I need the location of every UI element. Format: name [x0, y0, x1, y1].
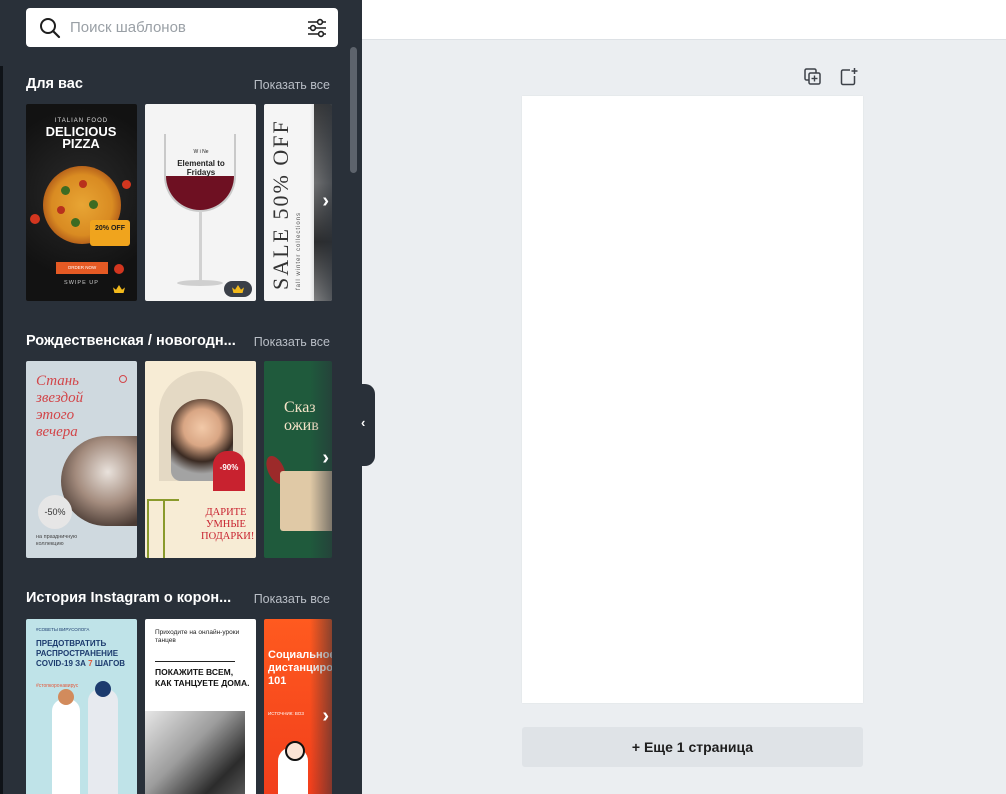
section-christmas: Рождественская / новогодн... Показать вс… [26, 332, 332, 558]
card-footer: на праздничную коллекцию [36, 534, 78, 547]
discount-tag: -90% [213, 451, 245, 491]
search-bar [26, 8, 338, 47]
card-title: ДАРИТЕ УМНЫЕ ПОДАРКИ! [201, 507, 255, 542]
woman-photo [61, 436, 137, 526]
chevron-right-icon: › [322, 190, 329, 212]
card-title: DELICIOUS PIZZA [45, 124, 117, 151]
premium-crown-icon [105, 281, 133, 297]
template-card-wine[interactable]: W i Ne Elemental to Fridays [145, 104, 256, 301]
show-all-link[interactable]: Показать все [254, 335, 330, 349]
template-card-dance[interactable]: Приходите на онлайн-уроки танцев ПОКАЖИТ… [145, 619, 256, 794]
section-title: История Instagram о корон... [26, 590, 232, 606]
panel-edge [0, 66, 3, 794]
template-row: ITALIAN FOOD DELICIOUS PIZZA 20% OFF ORD… [26, 104, 332, 301]
scroll-next-button[interactable]: › [310, 104, 332, 301]
order-now-label: ORDER NOW [56, 262, 108, 274]
card-kicker: #СОВЕТЫ ВИРУСОЛОГА [36, 627, 90, 632]
discount-badge: 20% OFF [90, 220, 130, 246]
add-page-button[interactable]: + Еще 1 страница [522, 727, 863, 767]
card-title: SALE 50% OFF [268, 119, 293, 290]
template-card-covid[interactable]: #СОВЕТЫ ВИРУСОЛОГА ПРЕДОТВРАТИТЬ РАСПРОС… [26, 619, 137, 794]
chevron-left-icon: ‹ [361, 415, 366, 430]
section-for-you: Для вас Показать все ITALIAN FOOD DELICI… [26, 75, 332, 301]
chevron-right-icon: › [322, 447, 329, 469]
templates-panel: Для вас Показать все ITALIAN FOOD DELICI… [0, 0, 362, 794]
chevron-right-icon: › [322, 705, 329, 727]
design-page[interactable] [522, 96, 863, 703]
dancer-photo [145, 711, 245, 794]
card-label: W i Ne Elemental to Fridays [177, 149, 225, 177]
page-actions [802, 66, 862, 88]
show-all-link[interactable]: Показать все [254, 592, 330, 606]
template-card-star[interactable]: Стань звездой этого вечера -50% на празд… [26, 361, 137, 558]
template-card-gifts[interactable]: -90% ДАРИТЕ УМНЫЕ ПОДАРКИ! [145, 361, 256, 558]
hashtag-label: #стопкоронавирус [36, 683, 79, 689]
card-source: ИСТОЧНИК: ВОЗ [268, 711, 304, 716]
template-row: #СОВЕТЫ ВИРУСОЛОГА ПРЕДОТВРАТИТЬ РАСПРОС… [26, 619, 332, 794]
search-input[interactable] [70, 15, 290, 40]
panel-scrollbar[interactable] [350, 47, 357, 173]
template-row: Стань звездой этого вечера -50% на празд… [26, 361, 332, 558]
card-title: ПОКАЖИТЕ ВСЕМ, КАК ТАНЦУЕТЕ ДОМА. [155, 667, 250, 688]
discount-badge: -50% [38, 495, 72, 529]
scroll-next-button[interactable]: › [310, 619, 332, 794]
person-illustration [278, 741, 308, 794]
gift-bow-illustration [147, 499, 181, 558]
scroll-next-button[interactable]: › [310, 361, 332, 558]
section-title: Для вас [26, 76, 83, 92]
add-page-icon[interactable] [838, 66, 860, 88]
card-title: ПРЕДОТВРАТИТЬ РАСПРОСТРАНЕНИЕ COVID-19 З… [36, 639, 126, 668]
premium-crown-icon [224, 281, 252, 297]
duplicate-page-icon[interactable] [802, 66, 824, 88]
top-toolbar [362, 0, 1006, 40]
section-covid: История Instagram о корон... Показать вс… [26, 589, 332, 794]
card-intro: Приходите на онлайн-уроки танцев [155, 629, 240, 644]
card-title: Стань звездой этого вечера [36, 373, 84, 440]
search-icon [40, 18, 61, 39]
doctor-illustration [52, 689, 80, 794]
filter-sliders-icon[interactable] [306, 17, 328, 39]
card-subtitle: fall winter collections [296, 211, 302, 290]
section-title: Рождественская / новогодн... [26, 333, 236, 349]
collapse-panel-button[interactable]: ‹ [358, 384, 375, 466]
show-all-link[interactable]: Показать все [254, 78, 330, 92]
doctor-illustration [88, 681, 118, 794]
template-card-pizza[interactable]: ITALIAN FOOD DELICIOUS PIZZA 20% OFF ORD… [26, 104, 137, 301]
